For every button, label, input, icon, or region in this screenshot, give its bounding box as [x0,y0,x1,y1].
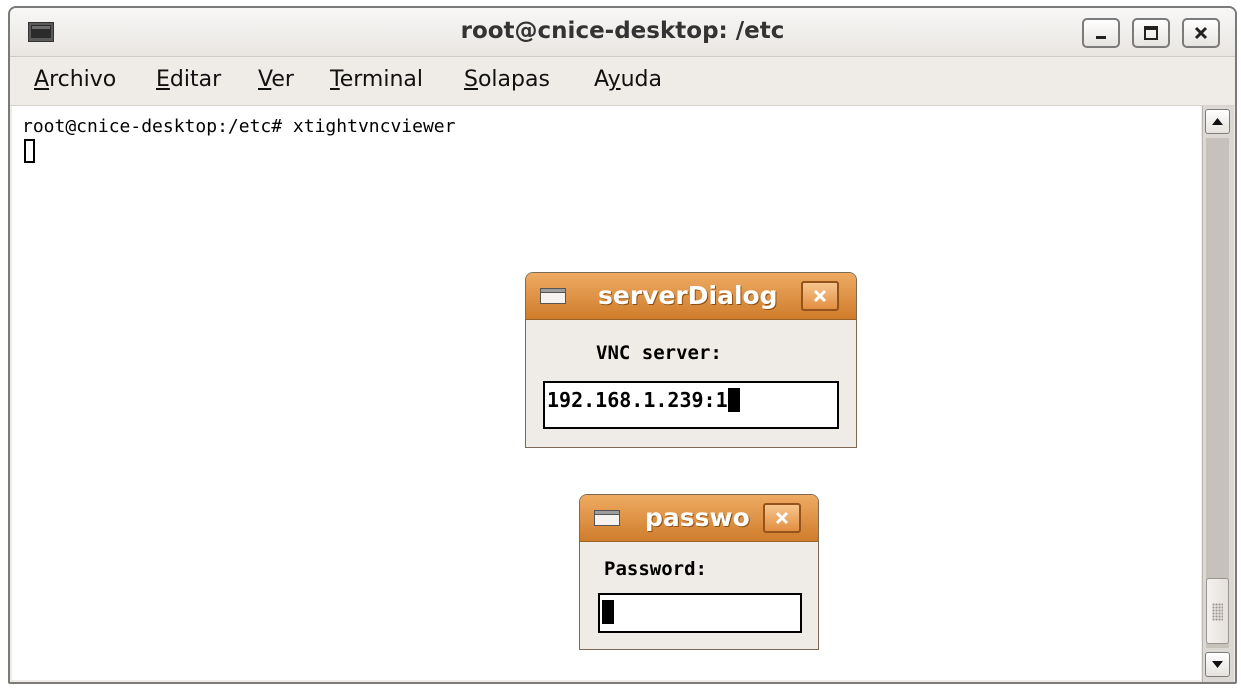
menu-solapas[interactable]: Solapas [464,67,550,92]
title-bar[interactable]: root@cnice-desktop: /etc [10,8,1235,57]
maximize-icon [1144,26,1158,40]
close-icon [1194,26,1208,40]
scroll-down-button[interactable] [1205,652,1230,677]
menu-ayuda[interactable]: Ayuda [594,67,662,92]
terminal-cursor [24,139,35,163]
server-dialog-titlebar[interactable]: serverDialog [526,273,856,320]
server-dialog-close-button[interactable] [801,281,839,311]
vertical-scrollbar[interactable] [1202,106,1234,682]
server-dialog: serverDialog VNC server: 192.168.1.239:1 [525,272,857,448]
scroll-thumb[interactable] [1206,578,1229,644]
arrow-down-icon [1212,661,1223,668]
close-button[interactable] [1182,18,1220,48]
password-label: Password: [604,558,707,580]
scroll-trough[interactable] [1206,138,1229,648]
text-cursor [727,388,740,412]
window-title: root@cnice-desktop: /etc [460,18,785,44]
server-dialog-title: serverDialog [598,281,778,310]
terminal-prompt-line: root@cnice-desktop:/etc# xtightvncviewer [22,116,456,137]
arrow-up-icon [1212,118,1223,125]
minimize-button[interactable] [1082,18,1120,48]
window-icon [594,510,620,526]
password-input[interactable] [598,593,802,633]
close-icon [813,289,827,303]
password-dialog-title: passwo [645,503,750,532]
menu-archivo[interactable]: Archivo [34,67,116,92]
menu-bar: Archivo Editar Ver Terminal Solapas Ayud… [10,57,1235,106]
grip-icon [1212,603,1223,621]
scroll-up-button[interactable] [1205,109,1230,134]
vnc-server-label: VNC server: [596,342,722,364]
password-dialog-titlebar[interactable]: passwo [580,495,818,542]
text-cursor [602,600,614,624]
minimize-icon [1096,36,1106,39]
window-icon [540,288,566,304]
menu-editar[interactable]: Editar [156,67,221,92]
maximize-button[interactable] [1132,18,1170,48]
close-icon [775,511,789,525]
vnc-server-input[interactable]: 192.168.1.239:1 [543,381,839,429]
password-dialog-close-button[interactable] [763,503,801,533]
vnc-server-value: 192.168.1.239:1 [547,388,728,412]
menu-terminal[interactable]: Terminal [330,67,423,92]
menu-ver[interactable]: Ver [258,67,294,92]
password-dialog: passwo Password: [579,494,819,650]
